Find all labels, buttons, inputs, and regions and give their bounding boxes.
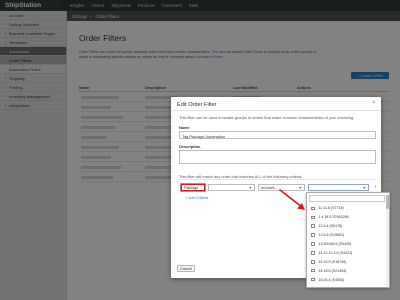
checkbox-icon[interactable] bbox=[311, 224, 315, 228]
dropdown-option[interactable]: 1 x 18.5 S7652290 bbox=[307, 213, 385, 222]
chevron-down-icon: ▼ bbox=[248, 185, 252, 190]
option-label: 1 x 18.5 S7652290 bbox=[318, 215, 349, 220]
option-label: 11 11.6 (S7718) bbox=[318, 206, 344, 211]
dropdown-scrollbar[interactable] bbox=[386, 194, 389, 287]
criteria-value-select[interactable]: ▼ bbox=[308, 184, 369, 191]
checkbox-icon[interactable] bbox=[311, 206, 315, 211]
dropdown-option[interactable]: 15 15.5 (S21454) bbox=[307, 266, 385, 275]
name-input[interactable]: Tag Package Automation bbox=[179, 131, 376, 139]
checkbox-icon[interactable] bbox=[311, 268, 315, 273]
checkbox-icon[interactable] bbox=[311, 215, 315, 220]
dropdown-option-list: 11 11.6 (S7718) 1 x 18.5 S7652290 12.4.4… bbox=[307, 204, 385, 284]
modal-description: This filter can be used to isolate group… bbox=[179, 115, 355, 120]
dropdown-option[interactable]: 12.4.4 (S6176) bbox=[307, 222, 385, 231]
criteria-field-dropdown[interactable]: ▼ bbox=[208, 184, 255, 191]
option-label: 13.5/9.5/6.5 (S4445) bbox=[318, 242, 352, 246]
scrollbar-thumb[interactable] bbox=[386, 195, 389, 209]
modal-title: Edit Order Filter bbox=[177, 102, 217, 108]
dropdown-option[interactable]: 13.5/9.5/6.5 (S4445) bbox=[307, 240, 385, 249]
description-textarea[interactable] bbox=[179, 150, 376, 164]
name-label: Name bbox=[179, 125, 190, 130]
divider bbox=[171, 110, 381, 111]
dropdown-option[interactable]: 14.12.12.4.6 (S4423) bbox=[307, 248, 385, 257]
option-label: 15 15.5 (S21454) bbox=[318, 268, 347, 273]
dropdown-option[interactable]: 16.16.4 (S4564) bbox=[307, 275, 385, 284]
divider bbox=[179, 179, 376, 180]
criteria-field-select[interactable]: Package bbox=[181, 184, 205, 191]
dropdown-option[interactable]: 11 11.6 (S7718) bbox=[307, 204, 385, 213]
option-label: 14.12.12.4.6 (S4423) bbox=[318, 250, 353, 255]
dropdown-option[interactable]: 12.6.6 (S19851) bbox=[307, 231, 385, 240]
criteria-operator-select[interactable]: Includes... ▼ bbox=[258, 184, 305, 191]
criteria-field-value: Package bbox=[184, 185, 199, 190]
close-icon[interactable]: × bbox=[372, 100, 376, 106]
criteria-operator-value: Includes... bbox=[261, 185, 278, 190]
package-options-dropdown: 11 11.6 (S7718) 1 x 18.5 S7652290 12.4.4… bbox=[306, 192, 390, 288]
remove-criteria-icon[interactable]: × bbox=[374, 184, 377, 189]
checkbox-icon[interactable] bbox=[311, 233, 315, 237]
chevron-down-icon: ▼ bbox=[362, 185, 366, 190]
option-label: 16.16.4 (S4564) bbox=[318, 277, 345, 282]
option-label: 15 15.5 (S18749) bbox=[318, 259, 347, 264]
dropdown-search-input[interactable] bbox=[309, 195, 385, 202]
checkbox-icon[interactable] bbox=[311, 242, 315, 246]
checkbox-icon[interactable] bbox=[311, 251, 315, 255]
dropdown-option[interactable]: 15 15.5 (S18749) bbox=[307, 257, 385, 266]
checkbox-icon[interactable] bbox=[311, 277, 315, 282]
option-label: 12.4.4 (S6176) bbox=[318, 224, 343, 229]
checkbox-icon[interactable] bbox=[311, 260, 315, 264]
add-criteria-link[interactable]: + Add Criteria bbox=[185, 196, 208, 200]
cancel-button[interactable]: Cancel bbox=[177, 265, 195, 272]
chevron-down-icon: ▼ bbox=[298, 185, 302, 190]
option-label: 12.6.6 (S19851) bbox=[318, 233, 345, 238]
description-label: Description bbox=[179, 144, 201, 149]
